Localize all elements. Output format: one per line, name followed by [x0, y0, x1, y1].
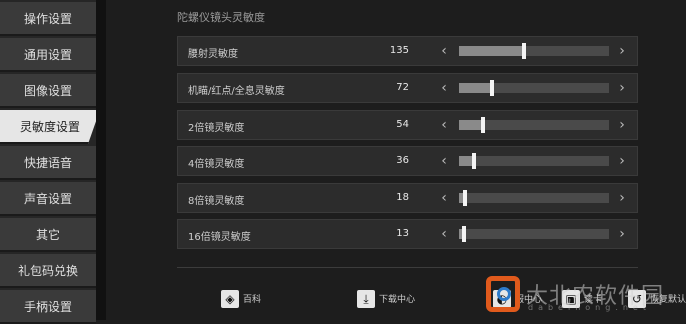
sensitivity-slider[interactable]: [459, 43, 609, 59]
row-value: 36: [396, 155, 409, 166]
4x-scope-sensitivity-row: 4倍镜灵敏度 36 ‹ ›: [177, 146, 638, 176]
sidebar-item-sensitivity[interactable]: 灵敏度设置: [0, 110, 100, 144]
increase-arrow-icon[interactable]: ›: [614, 78, 630, 98]
row-label: 4倍镜灵敏度: [188, 159, 245, 170]
sensitivity-slider[interactable]: [459, 153, 609, 169]
row-value: 72: [396, 82, 409, 93]
sidebar-item-controller[interactable]: 手柄设置: [0, 290, 96, 324]
sensitivity-slider[interactable]: [459, 117, 609, 133]
row-value: 54: [396, 119, 409, 130]
row-label: 2倍镜灵敏度: [188, 123, 245, 134]
row-label: 16倍镜灵敏度: [188, 232, 251, 243]
sidebar-item-label: 通用设置: [23, 48, 72, 62]
iron-sight-sensitivity-row: 机瞄/红点/全息灵敏度 72 ‹ ›: [177, 73, 638, 103]
decrease-arrow-icon[interactable]: ‹: [436, 78, 452, 98]
sidebar-item-label: 手柄设置: [23, 300, 72, 314]
sidebar-item-label: 图像设置: [23, 84, 72, 98]
decrease-arrow-icon[interactable]: ‹: [436, 188, 452, 208]
sensitivity-slider[interactable]: [459, 80, 609, 96]
sidebar-item-quick-voice[interactable]: 快捷语音: [0, 146, 96, 180]
slider-thumb[interactable]: [522, 43, 526, 59]
sidebar-item-graphics[interactable]: 图像设置: [0, 74, 96, 108]
sidebar-item-label: 快捷语音: [23, 156, 72, 170]
row-label: 机瞄/红点/全息灵敏度: [188, 86, 285, 97]
sidebar-item-sound[interactable]: 声音设置: [0, 182, 96, 216]
sidebar-item-label: 声音设置: [23, 192, 72, 206]
slider-thumb[interactable]: [472, 153, 476, 169]
16x-scope-sensitivity-row: 16倍镜灵敏度 13 ‹ ›: [177, 219, 638, 249]
download-icon: ⤓: [357, 290, 375, 308]
2x-scope-sensitivity-row: 2倍镜灵敏度 54 ‹ ›: [177, 110, 638, 140]
decrease-arrow-icon[interactable]: ‹: [436, 224, 452, 244]
slider-thumb[interactable]: [481, 117, 485, 133]
row-value: 135: [389, 45, 409, 56]
row-label: 腰射灵敏度: [188, 49, 238, 60]
row-label: 8倍镜灵敏度: [188, 196, 245, 207]
sidebar-item-label: 灵敏度设置: [19, 120, 80, 134]
decrease-arrow-icon[interactable]: ‹: [436, 151, 452, 171]
watermark-logo-icon: [486, 276, 520, 312]
sidebar-item-label: 礼包码兑换: [17, 264, 78, 278]
sidebar-item-general[interactable]: 通用设置: [0, 38, 96, 72]
sidebar-divider: [96, 0, 106, 320]
sidebar-item-control[interactable]: 操作设置: [0, 2, 96, 36]
8x-scope-sensitivity-row: 8倍镜灵敏度 18 ‹ ›: [177, 183, 638, 213]
increase-arrow-icon[interactable]: ›: [614, 188, 630, 208]
hip-fire-sensitivity-row: 腰射灵敏度 135 ‹ ›: [177, 36, 638, 66]
slider-fill: [459, 83, 492, 93]
download-label: 下载中心: [379, 295, 416, 305]
sensitivity-slider[interactable]: [459, 226, 609, 242]
slider-thumb[interactable]: [490, 80, 494, 96]
slider-thumb[interactable]: [462, 226, 466, 242]
slider-fill: [459, 46, 524, 56]
sidebar-item-gift-code[interactable]: 礼包码兑换: [0, 254, 96, 288]
watermark-subtext: dabeinong.net: [528, 303, 651, 312]
decrease-arrow-icon[interactable]: ‹: [436, 41, 452, 61]
bottom-divider: [177, 267, 638, 268]
increase-arrow-icon[interactable]: ›: [614, 41, 630, 61]
watermark-logo-ring: [497, 287, 511, 301]
wiki-icon: ◈: [221, 290, 239, 308]
settings-sidebar: 操作设置 通用设置 图像设置 灵敏度设置 快捷语音 声音设置 其它 礼包码兑换 …: [0, 0, 100, 324]
sidebar-item-label: 其它: [35, 228, 60, 242]
sidebar-item-other[interactable]: 其它: [0, 218, 96, 252]
wiki-label: 百科: [243, 295, 262, 305]
row-value: 18: [396, 192, 409, 203]
slider-thumb[interactable]: [463, 190, 467, 206]
increase-arrow-icon[interactable]: ›: [614, 115, 630, 135]
sidebar-item-label: 操作设置: [23, 12, 72, 26]
decrease-arrow-icon[interactable]: ‹: [436, 115, 452, 135]
sensitivity-slider[interactable]: [459, 190, 609, 206]
section-title: 陀螺仪镜头灵敏度: [177, 11, 265, 24]
slider-fill: [459, 120, 483, 130]
increase-arrow-icon[interactable]: ›: [614, 151, 630, 171]
increase-arrow-icon[interactable]: ›: [614, 224, 630, 244]
row-value: 13: [396, 228, 409, 239]
